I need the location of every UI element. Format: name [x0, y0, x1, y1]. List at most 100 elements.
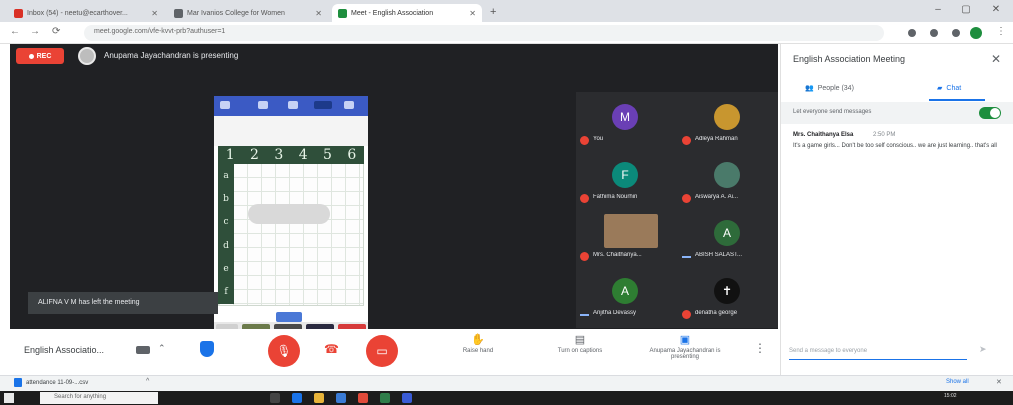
- participant-tile[interactable]: F Fathima Nourhin: [576, 154, 674, 210]
- camera-toggle-button[interactable]: ▭: [366, 335, 398, 367]
- puzzle-grid: [218, 148, 364, 306]
- grid-row-label: e: [223, 263, 229, 274]
- url-input[interactable]: meet.google.com/vfe-kvvt-prb?authuser=1: [84, 25, 884, 41]
- tab-chat[interactable]: ▰ Chat: [937, 76, 961, 100]
- app-toolbar-icon: [344, 101, 354, 109]
- chat-message-input[interactable]: Send a message to everyone: [789, 344, 967, 360]
- mic-off-icon: [580, 136, 589, 145]
- tab-label: People (34): [817, 84, 854, 92]
- address-bar-row: ← → ⟳ meet.google.com/vfe-kvvt-prb?authu…: [0, 22, 1013, 44]
- new-tab-button[interactable]: +: [490, 6, 496, 18]
- close-icon[interactable]: ✕: [991, 52, 1001, 66]
- tab-people[interactable]: 👥 People (34): [805, 76, 854, 100]
- app-toolbar-icon: [220, 101, 230, 109]
- chevron-up-icon[interactable]: ^: [146, 378, 149, 385]
- send-icon[interactable]: ➤: [979, 344, 987, 355]
- show-all-button[interactable]: Show all: [946, 379, 969, 385]
- speaking-indicator-icon: [682, 256, 691, 258]
- windows-taskbar: Search for anything 15:02: [0, 391, 1013, 405]
- extension-icon[interactable]: [908, 29, 916, 37]
- more-options-icon[interactable]: ⋮: [754, 341, 766, 355]
- action-label: Anupama Jayachandran is presenting: [649, 348, 721, 360]
- app-icon[interactable]: [402, 393, 412, 403]
- participant-name: You: [593, 136, 604, 142]
- thumbnail-indicator: [276, 312, 302, 322]
- back-button[interactable]: ←: [10, 26, 20, 37]
- meeting-details-button[interactable]: English Associatio...: [24, 345, 104, 355]
- avatar: [714, 104, 740, 130]
- grid-row-label: b: [223, 193, 229, 204]
- avatar: F: [612, 162, 638, 188]
- reload-button[interactable]: ⟳: [52, 26, 60, 37]
- close-tab-icon[interactable]: ✕: [469, 9, 476, 18]
- recording-badge: REC: [16, 48, 64, 64]
- participant-name: denatha george: [695, 310, 738, 316]
- file-explorer-icon[interactable]: [314, 393, 324, 403]
- message-text: It's a game girls... Don't be too self c…: [793, 143, 997, 149]
- close-icon[interactable]: ✕: [996, 378, 1002, 386]
- captions-button[interactable]: ▤ Turn on captions: [540, 333, 620, 354]
- participant-tile[interactable]: Aiswarya A. Ai...: [678, 154, 776, 210]
- mic-off-icon: [580, 194, 589, 203]
- meeting-controls-bar: English Associatio... ⌃ 🎙 ☎ ▭ ✋ Raise ha…: [10, 329, 778, 375]
- speaking-indicator-icon: [580, 314, 589, 316]
- shield-icon[interactable]: [200, 341, 214, 357]
- close-window-button[interactable]: ✕: [986, 4, 1006, 15]
- record-dot-icon: [28, 53, 34, 59]
- app-toolbar-icon: [314, 101, 332, 109]
- browser-tab-college[interactable]: Mar Ivanios College for Women ✕: [168, 4, 328, 22]
- participant-video: [604, 214, 658, 248]
- profile-avatar[interactable]: [970, 27, 982, 39]
- participant-tile[interactable]: Mrs. Chaithanya...: [576, 212, 674, 268]
- file-icon: [14, 378, 22, 387]
- browser-tab-meet[interactable]: Meet - English Association ✕: [332, 4, 482, 22]
- avatar: A: [714, 220, 740, 246]
- chrome-icon[interactable]: [358, 393, 368, 403]
- edge-icon[interactable]: [292, 393, 302, 403]
- taskbar-clock: 15:02: [944, 393, 957, 399]
- close-tab-icon[interactable]: ✕: [151, 9, 158, 18]
- tab-title: Inbox (54) - neetu@ecarthover...: [27, 9, 128, 17]
- avatar: ✝: [714, 278, 740, 304]
- chevron-up-icon[interactable]: ⌃: [158, 343, 166, 354]
- close-tab-icon[interactable]: ✕: [315, 9, 322, 18]
- grid-column-label: 6: [347, 147, 357, 163]
- browser-menu-icon[interactable]: ⋮: [996, 26, 1006, 37]
- raise-hand-button[interactable]: ✋ Raise hand: [438, 333, 518, 354]
- download-item[interactable]: attendance 11-09-...csv: [14, 378, 88, 387]
- active-tab-indicator: [929, 99, 985, 101]
- captions-icon: ▤: [574, 334, 586, 346]
- forward-button[interactable]: →: [30, 26, 40, 37]
- camera-off-icon: ▭: [376, 344, 388, 358]
- extension-icon[interactable]: [930, 29, 938, 37]
- mic-toggle-button[interactable]: 🎙: [268, 335, 300, 367]
- panel-title: English Association Meeting: [793, 54, 906, 64]
- store-icon[interactable]: [336, 393, 346, 403]
- meeting-info-icon[interactable]: [136, 346, 150, 354]
- grid-row-headers: a b c d e f: [218, 164, 234, 304]
- app-icon[interactable]: [380, 393, 390, 403]
- mic-off-icon: 🎙: [276, 344, 292, 358]
- browser-tab-bar: Inbox (54) - neetu@ecarthover... ✕ Mar I…: [0, 0, 1013, 22]
- maximize-button[interactable]: ▢: [956, 4, 976, 15]
- windows-start-icon[interactable]: [4, 393, 14, 403]
- participant-grid: M You Adleya Rahman F Fathima Nourhin Ai…: [576, 92, 778, 328]
- send-messages-toggle[interactable]: [979, 107, 1001, 119]
- message-time: 2:50 PM: [873, 132, 896, 138]
- browser-tab-gmail[interactable]: Inbox (54) - neetu@ecarthover... ✕: [8, 4, 164, 22]
- hang-up-button[interactable]: ☎: [324, 342, 339, 356]
- extension-icon[interactable]: [952, 29, 960, 37]
- participant-tile[interactable]: M You: [576, 96, 674, 152]
- participant-tile[interactable]: A ABISH SALAST...: [678, 212, 776, 268]
- participant-tile[interactable]: A Anjitha Devassy: [576, 270, 674, 326]
- participant-tile[interactable]: ✝ denatha george: [678, 270, 776, 326]
- message-sender: Mrs. Chaithanya Elsa: [793, 132, 854, 138]
- participant-tile[interactable]: Adleya Rahman: [678, 96, 776, 152]
- minimize-button[interactable]: –: [928, 4, 948, 15]
- taskbar-search-input[interactable]: Search for anything: [40, 392, 158, 404]
- task-view-icon[interactable]: [270, 393, 280, 403]
- grid-selection-pill: [248, 204, 330, 224]
- action-label: Raise hand: [462, 348, 494, 354]
- tab-title: Mar Ivanios College for Women: [187, 9, 285, 17]
- presenting-button[interactable]: ▣ Anupama Jayachandran is presenting: [642, 333, 728, 360]
